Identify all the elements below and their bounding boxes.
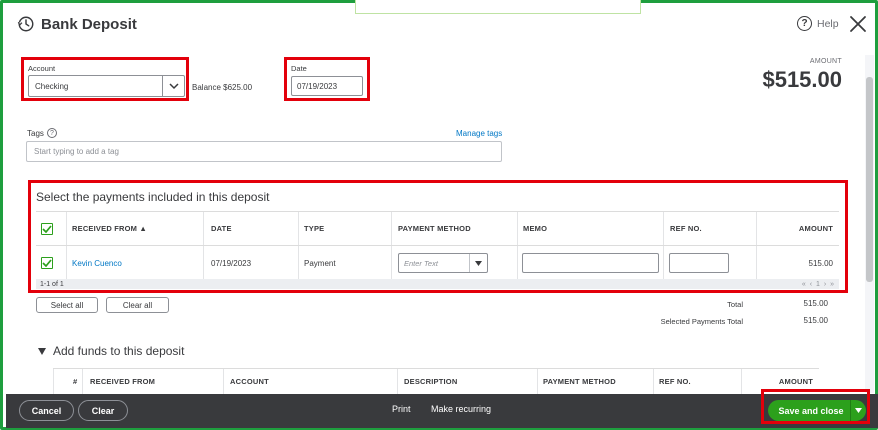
clear-button[interactable]: Clear	[78, 400, 128, 421]
table-row[interactable]: Kevin Cuenco 07/19/2023 Payment Enter Te…	[36, 246, 839, 281]
cancel-button[interactable]: Cancel	[19, 400, 74, 421]
column-header-received-from[interactable]: RECEIVED FROM ▲	[72, 212, 147, 245]
payment-method-placeholder: Enter Text	[404, 258, 438, 268]
save-and-close-label: Save and close	[778, 405, 844, 416]
column-header-description: DESCRIPTION	[404, 377, 458, 386]
payments-table: RECEIVED FROM ▲ DATE TYPE PAYMENT METHOD…	[36, 211, 839, 281]
column-header-ref-no[interactable]: REF NO.	[670, 212, 702, 245]
tags-input[interactable]: Start typing to add a tag	[26, 141, 502, 162]
pager-nav[interactable]: « ‹ 1 › »	[802, 281, 835, 288]
row-type: Payment	[304, 258, 336, 268]
date-field[interactable]: 07/19/2023	[291, 76, 363, 96]
column-header-payment-method[interactable]: PAYMENT METHOD	[398, 212, 471, 245]
account-select[interactable]: Checking	[28, 75, 185, 97]
top-hint-bar	[355, 0, 641, 14]
column-header-type[interactable]: TYPE	[304, 212, 324, 245]
recent-transactions-icon[interactable]	[17, 15, 35, 33]
selected-total-value: 515.00	[803, 316, 828, 325]
help-icon: ?	[797, 16, 812, 31]
caret-down-icon[interactable]	[850, 400, 866, 421]
pager-count: 1-1 of 1	[40, 280, 64, 288]
column-header-amount[interactable]: AMOUNT	[799, 212, 833, 245]
add-funds-toggle[interactable]: Add funds to this deposit	[38, 344, 184, 358]
select-all-checkbox[interactable]	[41, 222, 53, 235]
scrollbar-thumb[interactable]	[866, 77, 873, 282]
help-label: Help	[817, 17, 839, 30]
column-header-num: #	[73, 377, 78, 386]
row-amount: 515.00	[808, 258, 833, 268]
add-funds-title: Add funds to this deposit	[53, 344, 185, 358]
bank-deposit-window: Bank Deposit ? Help Account Checking Bal…	[0, 0, 878, 430]
column-header-account: ACCOUNT	[230, 377, 269, 386]
total-value: 515.00	[803, 299, 828, 308]
selected-total-label: Selected Payments Total	[660, 317, 743, 326]
memo-input[interactable]	[522, 253, 659, 273]
account-label: Account	[28, 64, 56, 73]
vertical-scrollbar[interactable]	[865, 55, 874, 393]
page-title: Bank Deposit	[41, 15, 137, 33]
make-recurring-link[interactable]: Make recurring	[431, 404, 491, 414]
print-link[interactable]: Print	[392, 404, 411, 414]
funds-table-header: # RECEIVED FROM ACCOUNT DESCRIPTION PAYM…	[53, 368, 819, 394]
help-icon[interactable]: ?	[46, 128, 57, 138]
account-value: Checking	[35, 81, 69, 91]
column-header-date[interactable]: DATE	[211, 212, 232, 245]
chevron-down-icon[interactable]	[162, 76, 184, 96]
save-and-close-button[interactable]: Save and close	[768, 400, 866, 421]
close-icon[interactable]	[849, 15, 867, 33]
account-balance: Balance $625.00	[192, 83, 253, 92]
footer-bar: Cancel Clear Print Make recurring	[6, 394, 878, 428]
manage-tags-link[interactable]: Manage tags	[456, 129, 502, 138]
payment-method-select[interactable]: Enter Text	[398, 253, 488, 273]
amount-label: AMOUNT	[809, 58, 842, 65]
row-date: 07/19/2023	[211, 258, 252, 268]
row-checkbox[interactable]	[41, 257, 53, 269]
caret-down-icon[interactable]	[469, 254, 487, 272]
column-header-received-from: RECEIVED FROM	[90, 377, 156, 386]
page-header: Bank Deposit	[17, 15, 137, 33]
caret-down-icon	[38, 347, 46, 355]
payments-section-title: Select the payments included in this dep…	[36, 190, 270, 204]
column-header-payment-method: PAYMENT METHOD	[543, 377, 616, 386]
tags-label-group: Tags ?	[27, 128, 57, 138]
payments-table-header: RECEIVED FROM ▲ DATE TYPE PAYMENT METHOD…	[36, 211, 839, 246]
amount-value: $515.00	[762, 67, 842, 92]
column-header-memo[interactable]: MEMO	[523, 212, 547, 245]
received-from-link[interactable]: Kevin Cuenco	[72, 246, 122, 280]
total-label: Total	[727, 300, 743, 309]
pager-bar: 1-1 of 1 « ‹ 1 › »	[36, 279, 839, 289]
clear-all-button[interactable]: Clear all	[106, 297, 169, 313]
date-label: Date	[291, 64, 307, 73]
tags-label: Tags	[27, 128, 44, 138]
column-header-ref-no: REF NO.	[659, 377, 691, 386]
ref-no-input[interactable]	[669, 253, 729, 273]
select-all-button[interactable]: Select all	[36, 297, 98, 313]
help-button[interactable]: ? Help	[797, 16, 839, 31]
